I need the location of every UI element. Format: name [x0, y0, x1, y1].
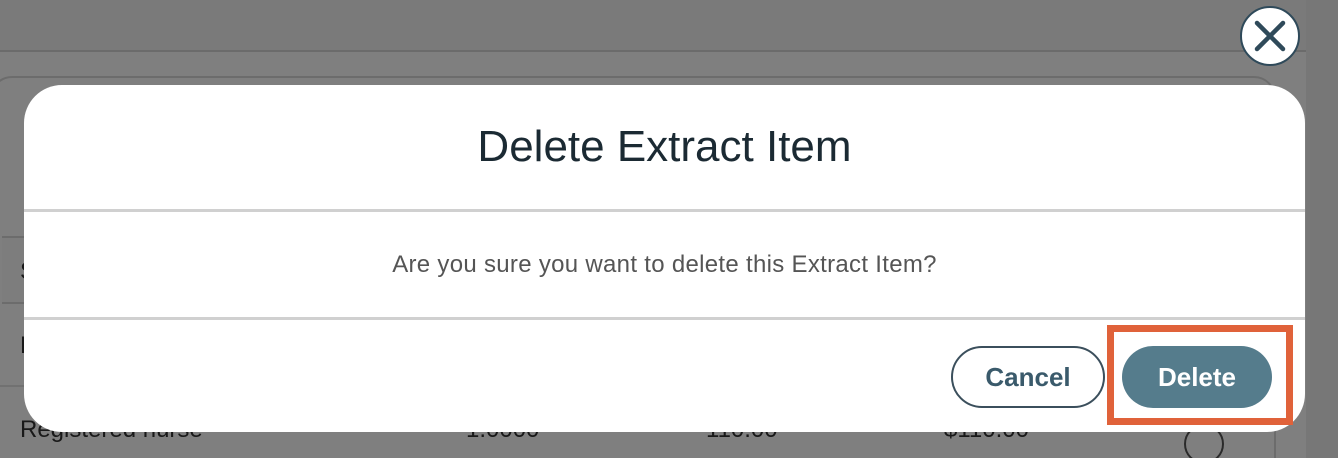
delete-dialog: Delete Extract Item Are you sure you wan…: [24, 85, 1305, 432]
delete-button[interactable]: Delete: [1122, 346, 1272, 408]
dialog-title: Delete Extract Item: [477, 122, 852, 171]
close-dialog-button[interactable]: [1240, 6, 1300, 66]
dialog-body: Are you sure you want to delete this Ext…: [24, 212, 1305, 320]
dialog-header: Delete Extract Item: [24, 85, 1305, 212]
dialog-message: Are you sure you want to delete this Ext…: [392, 250, 937, 278]
dialog-footer: Cancel Delete: [24, 320, 1305, 432]
cancel-button[interactable]: Cancel: [951, 346, 1105, 408]
close-icon: [1254, 20, 1286, 52]
